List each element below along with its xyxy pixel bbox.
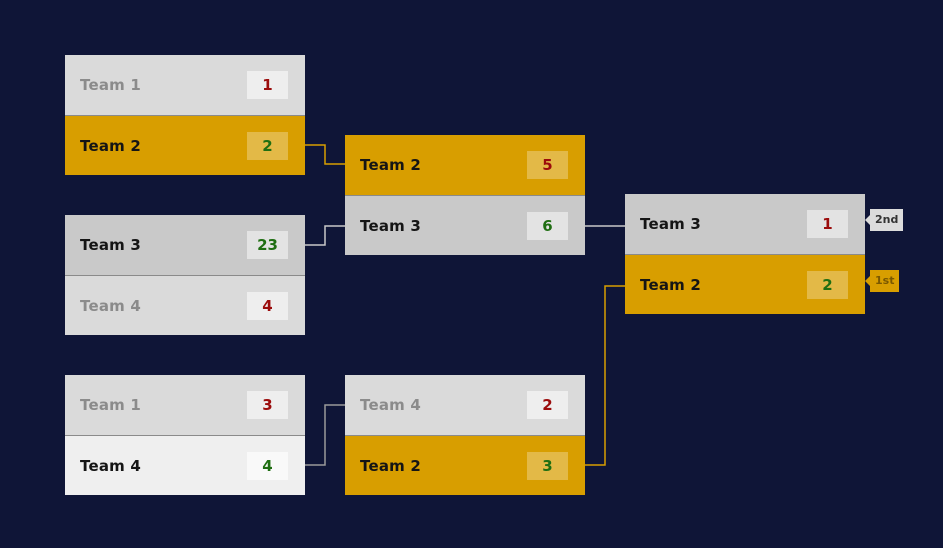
team-score: 1	[807, 210, 848, 238]
match-round2-2: Team 4 2 Team 2 3	[345, 375, 585, 495]
second-place-tag: 2nd	[864, 209, 904, 231]
match-round1-2: Team 3 23 Team 4 4	[65, 215, 305, 335]
team-score: 1	[247, 71, 288, 99]
team-name: Team 4	[80, 296, 142, 315]
team-name: Team 2	[360, 456, 422, 475]
team-score: 2	[807, 270, 848, 299]
team-slot[interactable]: Team 4 4	[65, 275, 305, 335]
team-slot[interactable]: Team 1 1	[65, 55, 305, 115]
team-slot[interactable]: Team 1 3	[65, 375, 305, 435]
team-score: 23	[247, 231, 288, 259]
team-score: 3	[527, 451, 568, 480]
team-name: Team 4	[360, 396, 422, 414]
connector-r1m1-to-r2m1	[305, 144, 345, 165]
team-name: Team 2	[640, 275, 702, 294]
connector-r2m2-to-final	[585, 285, 625, 466]
team-slot[interactable]: Team 3 1	[625, 194, 865, 254]
connector-r1m2-to-r2m1	[305, 225, 345, 246]
team-name: Team 2	[80, 136, 142, 155]
match-final: Team 3 1 Team 2 2	[625, 194, 865, 314]
team-name: Team 3	[360, 216, 422, 235]
team-name: Team 1	[80, 76, 142, 94]
team-name: Team 4	[80, 456, 142, 475]
first-place-tag: 1st	[864, 270, 900, 292]
team-score: 4	[247, 291, 288, 320]
team-slot[interactable]: Team 2 3	[345, 435, 585, 495]
match-round2-1: Team 2 5 Team 3 6	[345, 135, 585, 255]
connector-r1m3-to-r2m2	[305, 404, 345, 466]
team-slot[interactable]: Team 3 6	[345, 195, 585, 255]
team-score: 6	[527, 211, 568, 240]
team-slot[interactable]: Team 3 23	[65, 215, 305, 275]
match-round1-3: Team 1 3 Team 4 4	[65, 375, 305, 495]
team-name: Team 3	[80, 236, 142, 254]
team-score: 5	[527, 151, 568, 179]
team-slot[interactable]: Team 2 5	[345, 135, 585, 195]
team-score: 3	[247, 391, 288, 419]
team-name: Team 2	[360, 156, 422, 174]
team-name: Team 1	[80, 396, 142, 414]
team-name: Team 3	[640, 215, 702, 233]
team-score: 2	[247, 131, 288, 160]
team-slot[interactable]: Team 2 2	[65, 115, 305, 175]
match-round1-1: Team 1 1 Team 2 2	[65, 55, 305, 175]
team-slot[interactable]: Team 4 4	[65, 435, 305, 495]
team-slot[interactable]: Team 2 2	[625, 254, 865, 314]
tournament-bracket: Team 1 1 Team 2 2 Team 3 23 Team 4 4 Tea…	[0, 0, 943, 548]
team-score: 2	[527, 391, 568, 419]
team-slot[interactable]: Team 4 2	[345, 375, 585, 435]
team-score: 4	[247, 451, 288, 480]
